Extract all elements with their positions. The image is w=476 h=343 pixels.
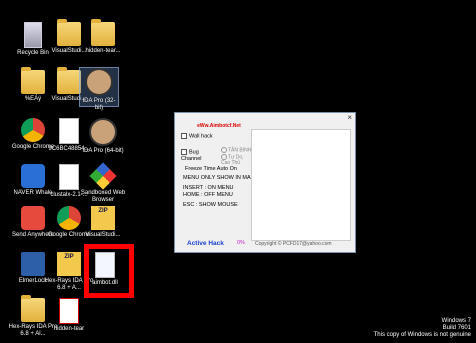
sandbox-icon xyxy=(89,162,117,190)
desktop-icon-hidden-tear-pdf[interactable]: hidden-tear xyxy=(44,298,94,333)
desktop-icon-label: Sandboxed Web Browser xyxy=(80,190,126,203)
genuine-notice: This copy of Windows is not genuine xyxy=(373,332,471,338)
desktop-icon-label: hidden-tear xyxy=(53,326,85,332)
desktop-icon-label: VisualStudi... xyxy=(85,232,121,238)
pdf-icon xyxy=(59,298,79,324)
insert-text: INSERT : ON MENU xyxy=(183,185,234,191)
progress-percent: 0% xyxy=(237,240,245,246)
desktop-icon-label: IDA Pro (64-bit) xyxy=(82,148,124,154)
desktop-icon-ida-pro-32[interactable]: IDA Pro (32-bit) xyxy=(79,67,119,111)
naver-whale-icon xyxy=(21,164,45,188)
close-icon[interactable]: × xyxy=(347,113,352,122)
bug-channel-checkbox[interactable]: Bug Channel xyxy=(181,149,211,163)
esc-text: ESC : SHOW MOUSE xyxy=(183,202,238,208)
desktop-icon-ida-pro-64[interactable]: IDA Pro (64-bit) xyxy=(78,118,128,155)
highlight-box xyxy=(84,244,134,298)
application-icon xyxy=(21,252,45,276)
windows-watermark: Windows 7 Build 7601 This copy of Window… xyxy=(374,318,471,339)
copyright-text: Copyright © PCFD17@yahoo.com xyxy=(255,241,332,247)
file-icon xyxy=(59,118,79,144)
tu-do-radio[interactable]: Tự Do, Cao Thủ xyxy=(221,154,249,166)
chrome-icon xyxy=(21,118,45,142)
windows-version: Windows 7 xyxy=(441,318,471,324)
installer-icon xyxy=(59,164,79,190)
desktop-icon-hidden-tear-folder[interactable]: hidden-tear... xyxy=(78,19,128,55)
radio-icon xyxy=(221,147,227,153)
folder-icon xyxy=(21,295,45,322)
recycle-bin-icon xyxy=(24,22,42,48)
menu-only-text: MENU ONLY SHOW IN MAP xyxy=(183,175,255,181)
windows-build: Build 7601 xyxy=(442,325,471,331)
tan-binh-label: TÂN BINH xyxy=(228,147,252,154)
folder-icon xyxy=(57,67,81,94)
wallhack-label: Wall hack xyxy=(189,133,213,140)
desktop-icon-sandboxed-browser[interactable]: Sandboxed Web Browser xyxy=(78,162,128,204)
send-anywhere-icon xyxy=(21,206,45,230)
desktop-icon-label: hidden-tear... xyxy=(85,48,121,54)
zip-icon xyxy=(57,252,81,276)
desktop-icon-visualstudio-3[interactable]: VisualStudi... xyxy=(78,206,128,239)
checkbox-icon xyxy=(181,149,187,155)
site-link[interactable]: eWw.Aimbotcf.Net xyxy=(189,123,249,129)
folder-icon xyxy=(91,19,115,46)
wallhack-checkbox[interactable]: Wall hack xyxy=(181,133,213,140)
active-hack-label: Active Hack xyxy=(187,240,224,247)
home-text: HOME : OFF MENU xyxy=(183,192,233,198)
tan-binh-radio[interactable]: TÂN BINH xyxy=(221,147,251,153)
log-panel xyxy=(251,129,351,241)
ida-pro-icon xyxy=(89,118,117,146)
zip-icon xyxy=(91,206,115,230)
freeze-time-text: Freeze Time Auto On xyxy=(185,166,237,172)
checkbox-icon xyxy=(181,133,187,139)
hack-dialog: × eWw.Aimbotcf.Net Wall hack Bug Channel… xyxy=(174,112,356,253)
desktop-icon-label: IDA Pro (32-bit) xyxy=(82,98,116,111)
ida-pro-icon xyxy=(85,68,113,96)
folder-icon xyxy=(21,67,45,94)
